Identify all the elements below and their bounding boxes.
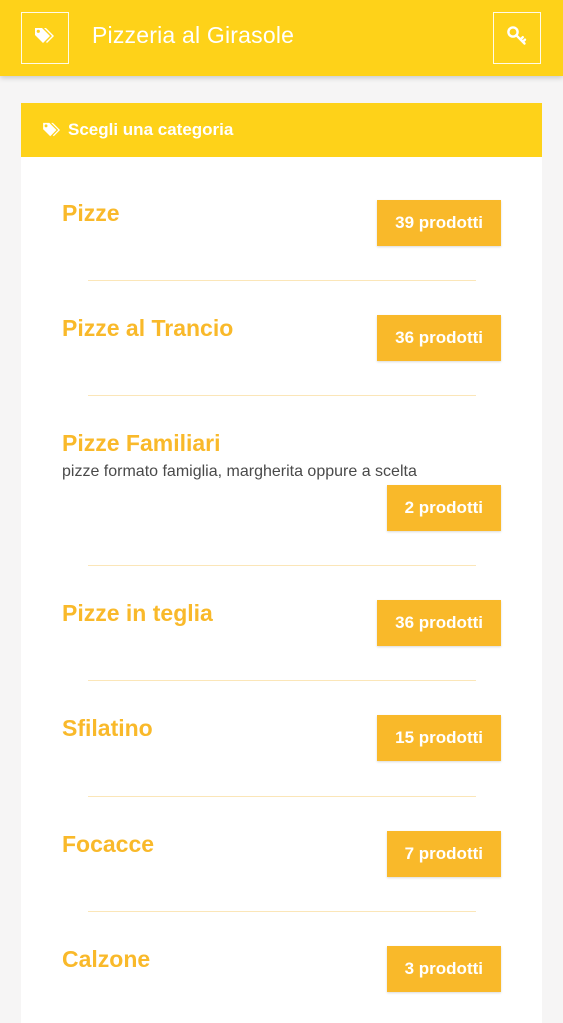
product-count-badge[interactable]: 36 prodotti <box>377 315 501 361</box>
category-name: Focacce <box>62 831 155 857</box>
category-name: Calzone <box>62 946 151 972</box>
panel-title: Scegli una categoria <box>68 120 234 139</box>
divider <box>88 395 476 396</box>
product-count-badge[interactable]: 3 prodotti <box>386 946 501 992</box>
category-name: Pizze <box>62 200 120 226</box>
key-icon <box>507 25 527 51</box>
panel-header: Scegli una categoria <box>21 103 542 157</box>
product-count-badge[interactable]: 39 prodotti <box>377 200 501 246</box>
categories-menu-button[interactable] <box>21 12 69 64</box>
category-item-pizze-al-trancio[interactable]: Pizze al Trancio 36 prodotti <box>21 315 542 375</box>
category-item-calzone[interactable]: Calzone 3 prodotti <box>21 946 542 1006</box>
category-panel: Scegli una categoria Pizze 39 prodotti P… <box>21 103 542 1023</box>
product-count-badge[interactable]: 15 prodotti <box>377 715 501 761</box>
category-item-pizze-familiari[interactable]: Pizze Familiari pizze formato famiglia, … <box>21 430 542 535</box>
app-title: Pizzeria al Girasole <box>92 22 295 48</box>
product-count-badge[interactable]: 2 prodotti <box>386 485 501 531</box>
category-name: Sfilatino <box>62 715 153 741</box>
category-item-pizze[interactable]: Pizze 39 prodotti <box>21 200 542 260</box>
divider <box>88 280 476 281</box>
product-count-badge[interactable]: 36 prodotti <box>377 600 501 646</box>
login-button[interactable] <box>493 12 541 64</box>
divider <box>88 680 476 681</box>
category-name: Pizze al Trancio <box>62 315 234 341</box>
divider <box>88 796 476 797</box>
category-name: Pizze in teglia <box>62 600 213 626</box>
category-name: Pizze Familiari <box>62 430 221 456</box>
divider <box>88 911 476 912</box>
category-item-pizze-in-teglia[interactable]: Pizze in teglia 36 prodotti <box>21 600 542 660</box>
category-item-focacce[interactable]: Focacce 7 prodotti <box>21 831 542 891</box>
category-description: pizze formato famiglia, margherita oppur… <box>62 463 417 480</box>
category-item-sfilatino[interactable]: Sfilatino 15 prodotti <box>21 715 542 775</box>
product-count-badge[interactable]: 7 prodotti <box>386 831 501 877</box>
tags-icon <box>42 122 62 138</box>
divider <box>88 565 476 566</box>
app-bar: Pizzeria al Girasole <box>0 0 563 76</box>
tags-icon <box>34 27 56 50</box>
